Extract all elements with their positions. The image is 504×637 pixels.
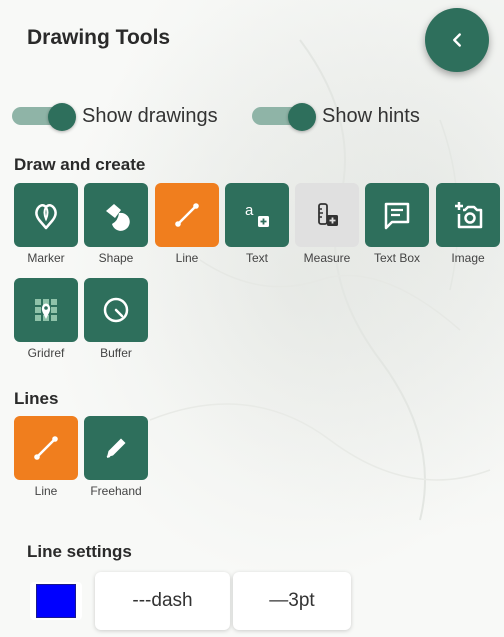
chevron-left-icon xyxy=(453,33,461,47)
line-width-value: —3pt xyxy=(269,590,315,611)
tool-line[interactable]: Line xyxy=(155,183,219,265)
back-button[interactable] xyxy=(425,8,489,72)
toggle-row: Show drawings Show hints xyxy=(0,100,504,132)
tool-freehand[interactable]: Freehand xyxy=(84,416,148,498)
buffer-icon xyxy=(103,297,129,323)
tool-line-mode[interactable]: Line xyxy=(14,416,78,498)
tool-marker[interactable]: Marker xyxy=(14,183,78,265)
line-icon xyxy=(175,203,199,227)
draw-and-create-heading: Draw and create xyxy=(14,155,146,174)
show-drawings-label: Show drawings xyxy=(82,105,218,127)
line-settings-heading: Line settings xyxy=(27,542,132,561)
tool-label: Image xyxy=(451,251,485,265)
show-drawings-toggle[interactable] xyxy=(12,103,76,131)
line-icon xyxy=(34,436,58,460)
panel-title: Drawing Tools xyxy=(27,26,171,49)
tool-label: Text xyxy=(245,251,268,265)
pencil-icon xyxy=(106,438,126,458)
lines-heading: Lines xyxy=(14,389,59,408)
tool-label: Gridref xyxy=(27,346,65,360)
gridref-icon xyxy=(35,299,57,321)
show-hints-label: Show hints xyxy=(322,105,420,127)
text-box-icon xyxy=(384,202,410,230)
line-style-select[interactable]: ---dash xyxy=(95,572,230,630)
tool-label: Measure xyxy=(303,251,351,265)
tool-label: Buffer xyxy=(100,346,132,360)
tool-measure[interactable]: Measure xyxy=(295,183,359,265)
tool-shape[interactable]: Shape xyxy=(84,183,148,265)
add-photo-icon xyxy=(455,202,483,229)
drawing-tools-panel: Drawing Tools Show drawings Show hints D… xyxy=(0,0,504,637)
text-icon: a xyxy=(245,202,269,227)
tool-text[interactable]: a Text xyxy=(225,183,289,265)
line-style-value: ---dash xyxy=(132,590,193,611)
marker-icon xyxy=(35,204,57,230)
line-settings-row: ---dash —3pt xyxy=(0,572,504,632)
tool-label: Marker xyxy=(27,251,65,265)
tool-gridref[interactable]: Gridref xyxy=(14,278,78,360)
tool-label: Line xyxy=(34,484,58,498)
line-color-picker[interactable] xyxy=(30,582,82,620)
tool-image[interactable]: Image xyxy=(436,183,500,265)
show-hints-toggle[interactable] xyxy=(252,103,316,131)
svg-text:a: a xyxy=(245,202,254,219)
tool-label: Line xyxy=(175,251,199,265)
color-swatch xyxy=(36,584,76,618)
tool-label: Freehand xyxy=(90,484,142,498)
tool-label: Shape xyxy=(98,251,134,265)
shape-icon xyxy=(106,204,130,231)
tool-text-box[interactable]: Text Box xyxy=(365,183,429,265)
line-width-select[interactable]: —3pt xyxy=(233,572,351,630)
tool-label: Text Box xyxy=(373,251,421,265)
tool-buffer[interactable]: Buffer xyxy=(84,278,148,360)
measure-icon xyxy=(318,203,338,226)
